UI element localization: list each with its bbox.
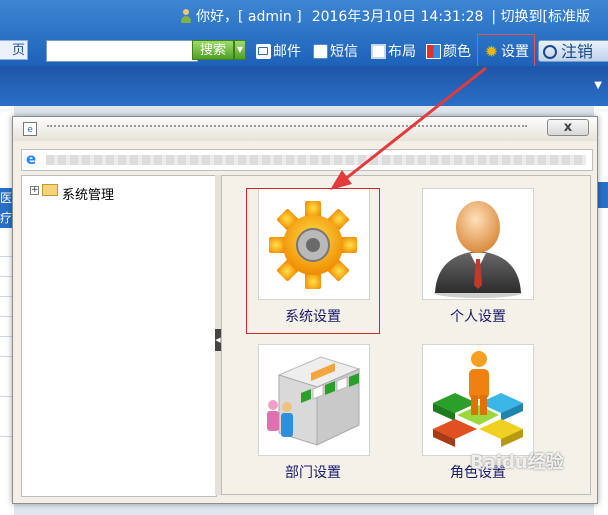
watermark: Baidu经验 <box>470 452 564 473</box>
annotation-arrow <box>330 66 487 190</box>
